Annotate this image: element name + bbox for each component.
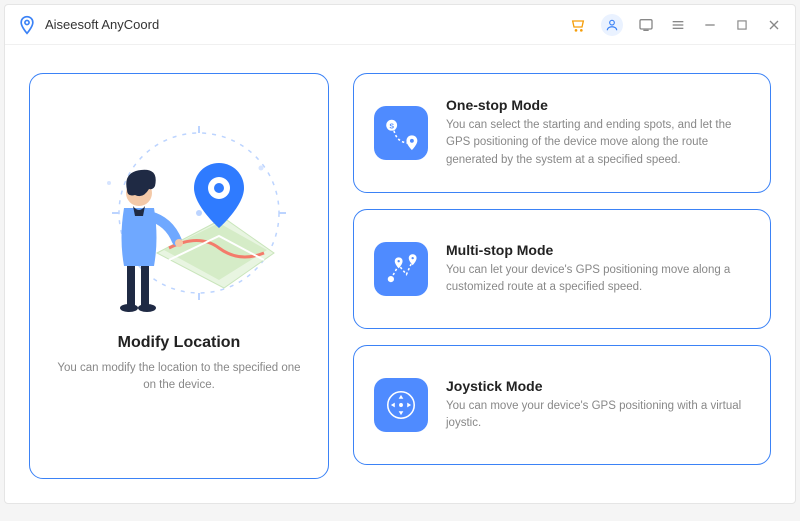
cart-icon[interactable] — [569, 16, 587, 34]
titlebar: Aiseesoft AnyCoord — [5, 5, 795, 45]
modify-location-card[interactable]: Modify Location You can modify the locat… — [29, 73, 329, 479]
multi-stop-mode-card[interactable]: Multi-stop Mode You can let your device'… — [353, 209, 771, 329]
multi-stop-icon — [374, 242, 428, 296]
modify-location-description: You can modify the location to the speci… — [50, 360, 308, 395]
feedback-icon[interactable] — [637, 16, 655, 34]
minimize-button[interactable] — [701, 16, 719, 34]
app-logo-icon — [17, 15, 37, 35]
app-window: Aiseesoft AnyCoord — [4, 4, 796, 504]
titlebar-actions — [569, 14, 783, 36]
multi-stop-mode-description: You can let your device's GPS positionin… — [446, 262, 750, 297]
multi-stop-mode-title: Multi-stop Mode — [446, 242, 750, 258]
one-stop-icon: S — [374, 106, 428, 160]
one-stop-mode-description: You can select the starting and ending s… — [446, 117, 750, 169]
joystick-mode-title: Joystick Mode — [446, 378, 750, 394]
joystick-mode-description: You can move your device's GPS positioni… — [446, 398, 750, 433]
modify-location-illustration — [69, 98, 289, 328]
mode-list: S One-stop Mode You can select the start… — [353, 73, 771, 479]
app-title: Aiseesoft AnyCoord — [45, 17, 159, 32]
content-area: Modify Location You can modify the locat… — [5, 45, 795, 503]
close-button[interactable] — [765, 16, 783, 34]
one-stop-mode-card[interactable]: S One-stop Mode You can select the start… — [353, 73, 771, 193]
svg-text:S: S — [389, 123, 394, 130]
modify-location-title: Modify Location — [118, 334, 241, 352]
joystick-icon — [374, 378, 428, 432]
one-stop-mode-title: One-stop Mode — [446, 97, 750, 113]
joystick-mode-card[interactable]: Joystick Mode You can move your device's… — [353, 345, 771, 465]
menu-icon[interactable] — [669, 16, 687, 34]
user-icon[interactable] — [601, 14, 623, 36]
maximize-button[interactable] — [733, 16, 751, 34]
